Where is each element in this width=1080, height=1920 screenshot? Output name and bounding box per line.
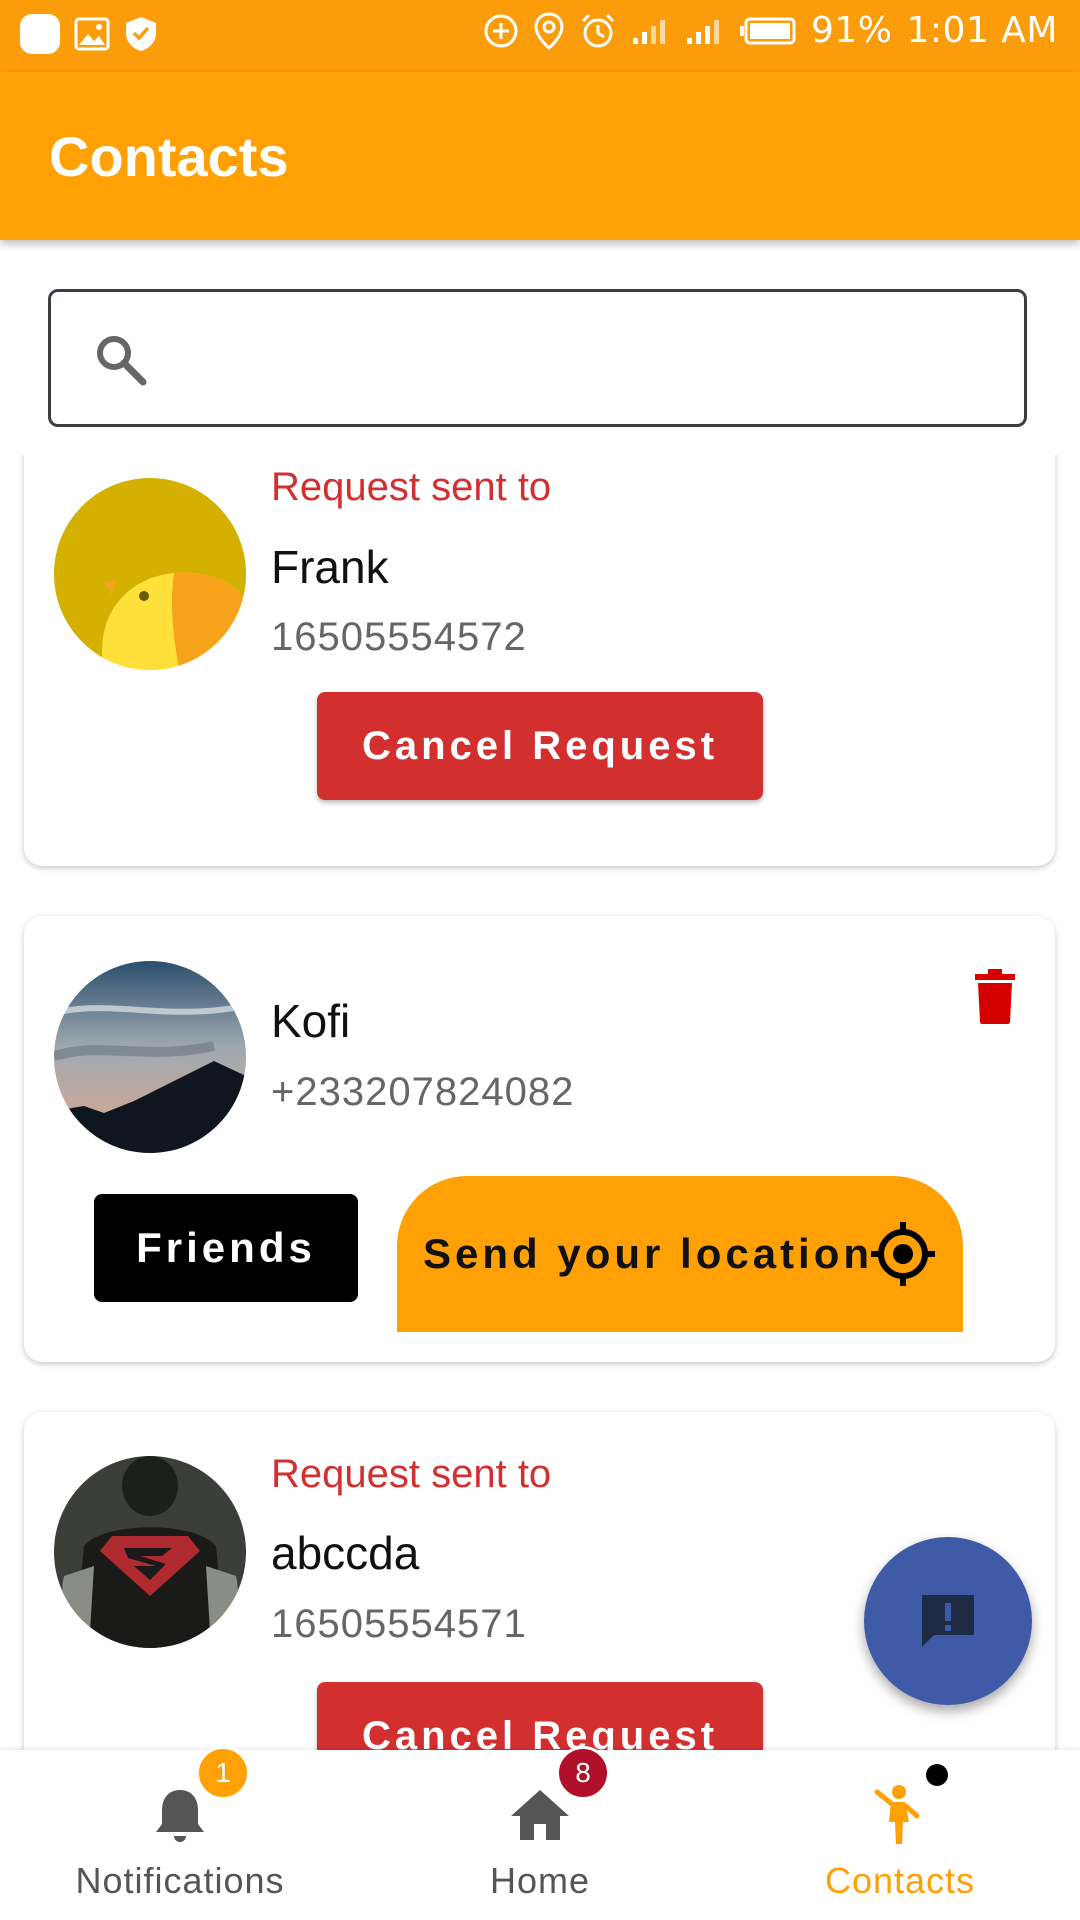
superman-avatar-icon xyxy=(54,1456,246,1648)
notification-badge: 1 xyxy=(196,1746,250,1800)
contact-name: Frank xyxy=(271,541,389,593)
contact-card-frank: Request sent to Frank 16505554572 Cancel… xyxy=(24,455,1055,866)
signal-icon xyxy=(633,19,665,44)
active-dot-indicator xyxy=(926,1764,948,1786)
cancel-request-button[interactable]: Cancel Request xyxy=(317,692,763,800)
nav-label-notifications: Notifications xyxy=(75,1860,285,1901)
gallery-icon xyxy=(74,17,110,51)
avatar xyxy=(54,961,246,1153)
status-bar: 91% 1:01 AM xyxy=(0,0,1080,72)
contact-name: abccda xyxy=(271,1527,420,1579)
send-location-button[interactable]: Send your location xyxy=(397,1176,963,1332)
request-status-label: Request sent to xyxy=(271,1452,552,1496)
clock: 1:01 AM xyxy=(906,10,1058,51)
home-badge: 8 xyxy=(556,1746,610,1800)
avatar xyxy=(54,1456,246,1648)
contact-phone: 16505554571 xyxy=(271,1602,527,1646)
nav-item-contacts[interactable]: Contacts xyxy=(720,1750,1080,1920)
search-input[interactable] xyxy=(181,322,1005,398)
trash-icon[interactable] xyxy=(973,968,1017,1024)
add-circle-icon xyxy=(484,14,518,47)
contact-name: Kofi xyxy=(271,995,351,1047)
feedback-icon xyxy=(922,1595,974,1647)
app-notification-icon xyxy=(20,14,60,54)
search-icon xyxy=(97,336,147,386)
request-status-label: Request sent to xyxy=(271,465,552,509)
location-pin-icon xyxy=(534,11,564,50)
app-bar: Contacts xyxy=(0,72,1080,240)
cancel-request-button[interactable]: Cancel Request xyxy=(317,1682,763,1750)
search-box[interactable] xyxy=(48,289,1027,427)
battery-percentage: 91% xyxy=(811,10,893,51)
battery-icon xyxy=(740,17,796,44)
landscape-avatar-icon xyxy=(54,961,246,1153)
contact-card-kofi: Kofi +233207824082 Friends Send your loc… xyxy=(24,916,1055,1362)
page-title: Contacts xyxy=(49,125,289,188)
nav-item-notifications[interactable]: 1 Notifications xyxy=(0,1746,360,1920)
nav-label-home: Home xyxy=(489,1860,591,1901)
person-waving-icon xyxy=(874,1785,920,1844)
nav-label-contacts: Contacts xyxy=(824,1860,976,1901)
bird-avatar-icon xyxy=(54,478,246,670)
friends-button[interactable]: Friends xyxy=(94,1194,358,1302)
alarm-icon xyxy=(581,13,615,47)
bottom-navigation: 1 Notifications 8 Home Contacts xyxy=(0,1746,1080,1920)
nav-item-home[interactable]: 8 Home xyxy=(360,1746,720,1920)
signal-icon-2 xyxy=(687,19,719,44)
contact-phone: 16505554572 xyxy=(271,615,527,659)
avatar xyxy=(54,478,246,670)
send-location-label: Send your location xyxy=(423,1230,874,1277)
gps-crosshair-icon xyxy=(871,1222,935,1286)
shield-icon xyxy=(126,17,156,51)
feedback-fab[interactable] xyxy=(864,1537,1032,1705)
contact-phone: +233207824082 xyxy=(271,1070,575,1114)
